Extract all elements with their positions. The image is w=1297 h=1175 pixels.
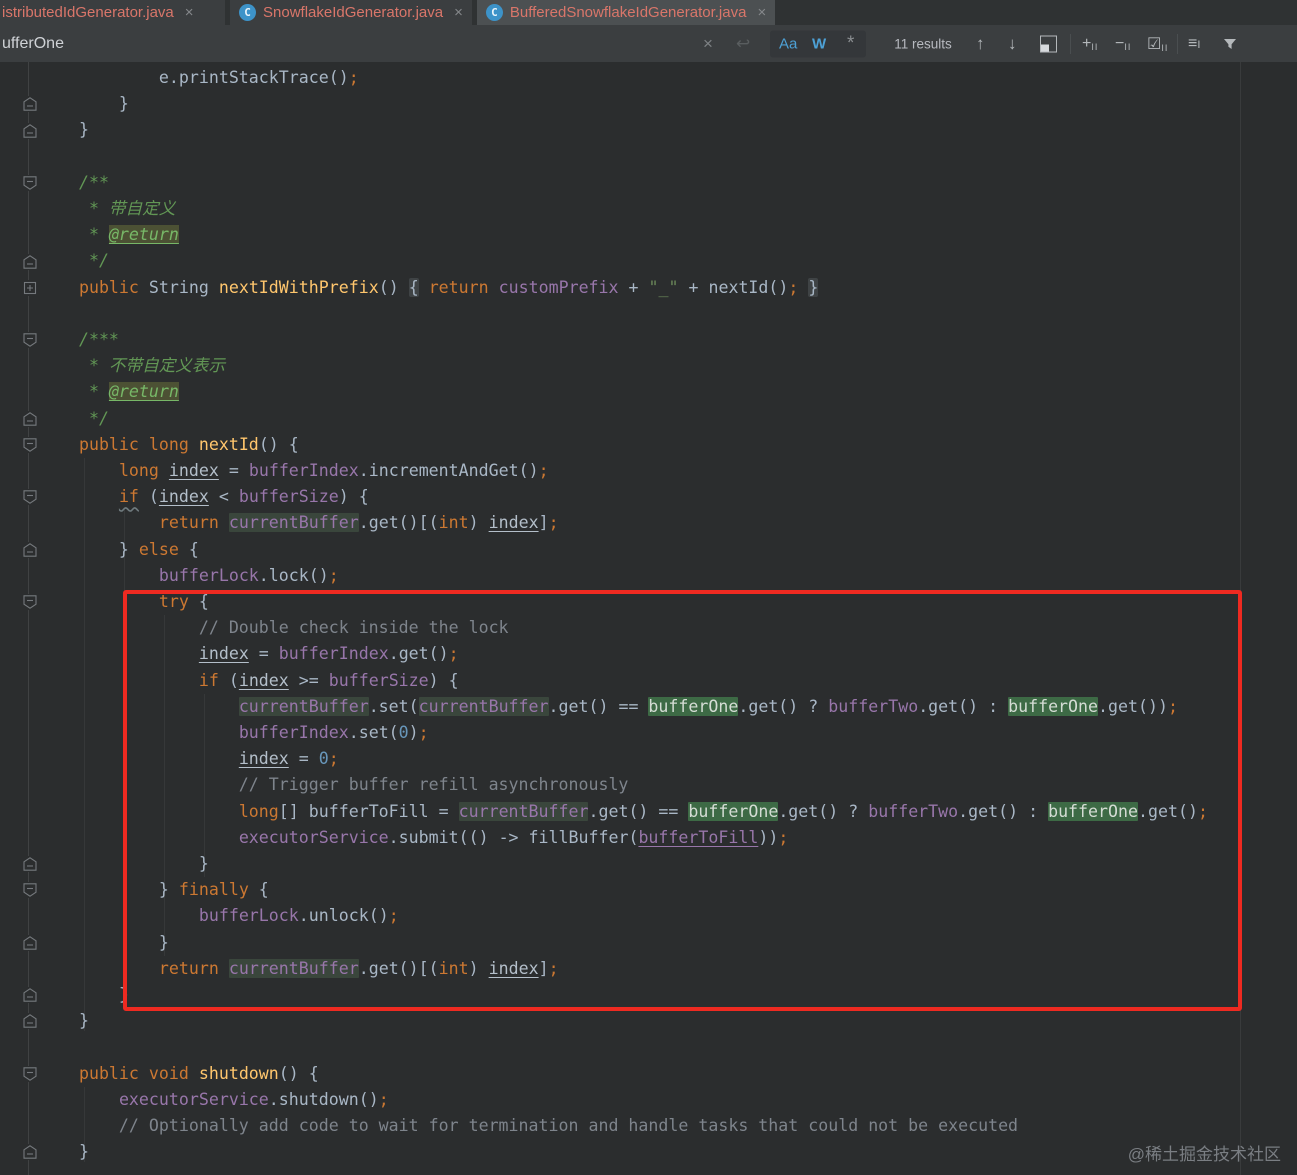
search-history-icon[interactable]: ↩	[736, 34, 750, 54]
class-icon: C	[239, 4, 256, 21]
code-line: * @return	[39, 382, 179, 402]
close-icon[interactable]: ×	[454, 5, 463, 20]
code-line: e.printStackTrace();	[39, 68, 359, 87]
editor-tabs: istributedIdGenerator.java × C Snowflake…	[0, 0, 1297, 25]
code-line: /***	[39, 330, 119, 349]
add-selection-icon[interactable]: +II	[1082, 35, 1098, 53]
code-line: }	[39, 1011, 89, 1031]
code-line: if (index < bufferSize) {	[118, 487, 369, 507]
close-icon[interactable]: ×	[757, 5, 766, 20]
tab-label: SnowflakeIdGenerator.java	[263, 4, 444, 21]
code-line: */	[39, 408, 109, 428]
code-line: index = 0;	[238, 749, 339, 769]
code-line: }	[39, 94, 129, 114]
code-line: return currentBuffer.get()[(int) index];	[158, 958, 559, 978]
code-line: if (index >= bufferSize) {	[198, 670, 459, 690]
class-icon: C	[485, 4, 503, 21]
code-line: executorService.submit(() -> fillBuffer(…	[238, 827, 789, 847]
code-line: * 不带自定义表示	[39, 356, 226, 376]
code-editor[interactable]: e.printStackTrace(); } } /** * 带自定义 * @r…	[0, 62, 1297, 1175]
match-case-toggle[interactable]: Aa	[779, 35, 797, 52]
code-line: bufferLock.unlock();	[198, 906, 399, 926]
watermark: @稀土掘金技术社区	[1127, 1145, 1281, 1164]
code-line: } else {	[39, 539, 199, 559]
regex-toggle[interactable]: *	[847, 33, 854, 55]
code-line: long index = bufferIndex.incrementAndGet…	[118, 461, 549, 481]
tab-snowflakeidgenerator[interactable]: C SnowflakeIdGenerator.java ×	[230, 0, 472, 25]
code-line: }	[39, 1142, 89, 1162]
right-margin-guide	[1240, 62, 1241, 1175]
code-line: index = bufferIndex.get();	[198, 644, 459, 664]
tab-bufferedsnowflakeidgenerator[interactable]: C BufferedSnowflakeIdGenerator.java ×	[476, 0, 776, 25]
filter-lines-icon[interactable]: ≡I	[1188, 35, 1201, 53]
select-all-occurrences-icon[interactable]: ☑II	[1147, 34, 1168, 54]
code-line: // Optionally add code to wait for termi…	[39, 1116, 1019, 1136]
close-search-icon[interactable]: ×	[703, 34, 713, 54]
search-input[interactable]: ufferOne	[2, 35, 64, 53]
code-line: bufferLock.lock();	[158, 565, 339, 585]
code-line: public String nextIdWithPrefix() { retur…	[39, 277, 819, 297]
code-line: */	[39, 251, 109, 271]
divider	[1070, 33, 1071, 54]
remove-selection-icon[interactable]: −II	[1115, 35, 1131, 53]
ide-window: istributedIdGenerator.java × C Snowflake…	[0, 0, 1297, 1175]
whole-words-toggle[interactable]: W	[812, 35, 826, 52]
code-area[interactable]: e.printStackTrace(); } } /** * 带自定义 * @r…	[0, 65, 1208, 1165]
find-bar: ufferOne × ↩ Aa W * 11 results ↑ ↓ +II −…	[0, 25, 1297, 62]
code-line: /**	[39, 172, 109, 192]
tab-label: istributedIdGenerator.java	[2, 4, 174, 21]
code-line: // Trigger buffer refill asynchronously	[39, 775, 629, 795]
code-line: public long nextId() {	[39, 434, 299, 454]
code-line: currentBuffer.set(currentBuffer.get() ==…	[238, 696, 1178, 716]
code-line: long[] bufferToFill = currentBuffer.get(…	[238, 801, 1208, 821]
code-line: }	[39, 854, 209, 874]
code-line: executorService.shutdown();	[118, 1089, 389, 1109]
code-line: // Double check inside the lock	[39, 618, 509, 638]
next-occurrence-icon[interactable]: ↓	[1008, 34, 1017, 54]
code-line: bufferIndex.set(0);	[238, 723, 429, 743]
tab-distributedidgenerator[interactable]: istributedIdGenerator.java ×	[0, 0, 225, 25]
code-line: }	[39, 932, 169, 952]
open-in-tool-window-icon[interactable]	[1040, 35, 1057, 52]
filter-icon[interactable]	[1222, 36, 1238, 52]
code-line: } finally {	[39, 880, 269, 900]
code-line: }	[39, 985, 129, 1005]
code-line: try {	[158, 592, 209, 612]
code-line: }	[39, 120, 89, 140]
code-line: return currentBuffer.get()[(int) index];	[158, 513, 559, 533]
code-line: public void shutdown() {	[39, 1063, 319, 1083]
close-icon[interactable]: ×	[185, 5, 194, 20]
code-line: * @return	[39, 225, 179, 245]
previous-occurrence-icon[interactable]: ↑	[976, 34, 985, 54]
results-count: 11 results	[894, 36, 952, 51]
divider	[1177, 33, 1178, 54]
tab-label: BufferedSnowflakeIdGenerator.java	[509, 4, 747, 21]
code-line: * 带自定义	[39, 199, 176, 218]
